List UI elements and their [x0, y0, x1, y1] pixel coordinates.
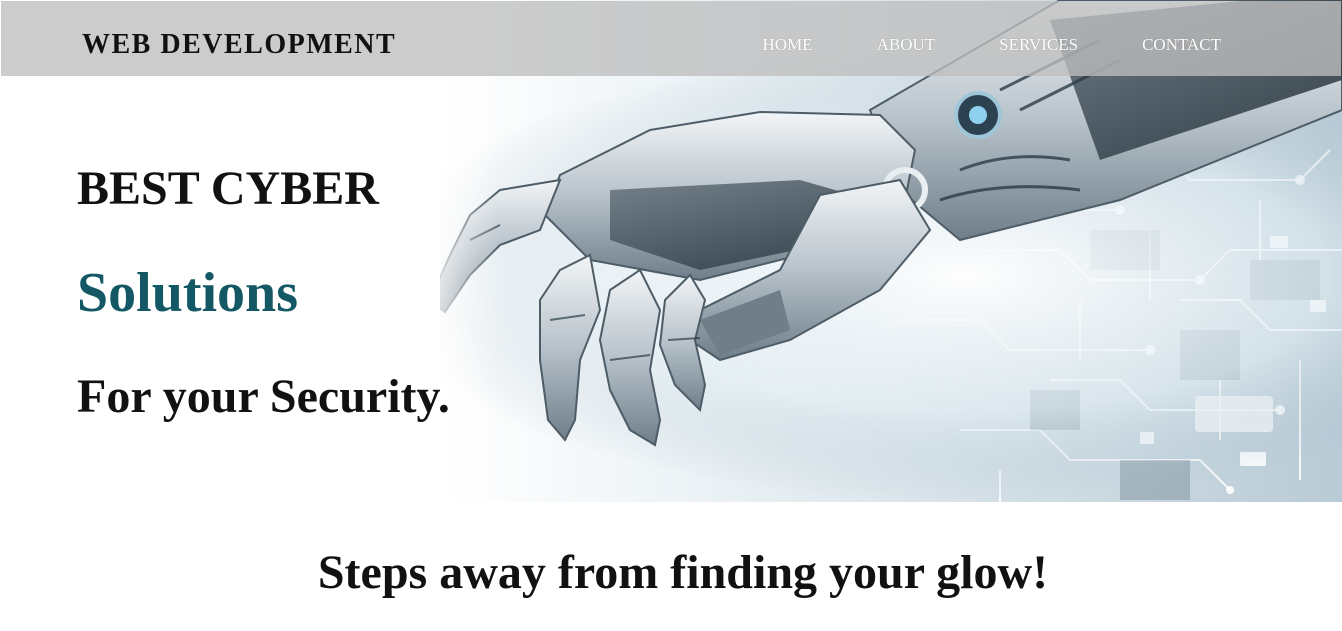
nav-link-services[interactable]: SERVICES: [999, 34, 1078, 56]
hero-heading-line-2: Solutions: [77, 262, 298, 324]
brand-logo-text[interactable]: WEB DEVELOPMENT: [82, 27, 396, 63]
hero-heading-line-3: For your Security.: [77, 370, 450, 423]
nav-links: HOME ABOUT SERVICES CONTACT: [763, 34, 1221, 56]
nav-link-home[interactable]: HOME: [763, 34, 813, 56]
page: WEB DEVELOPMENT HOME ABOUT SERVICES CONT…: [0, 0, 1342, 631]
nav-link-about[interactable]: ABOUT: [877, 34, 936, 56]
section-tagline: Steps away from finding your glow!: [317, 546, 1049, 599]
navbar: WEB DEVELOPMENT HOME ABOUT SERVICES CONT…: [1, 1, 1341, 76]
nav-link-contact[interactable]: CONTACT: [1142, 34, 1221, 56]
hero-heading-line-1: BEST CYBER: [77, 162, 379, 215]
